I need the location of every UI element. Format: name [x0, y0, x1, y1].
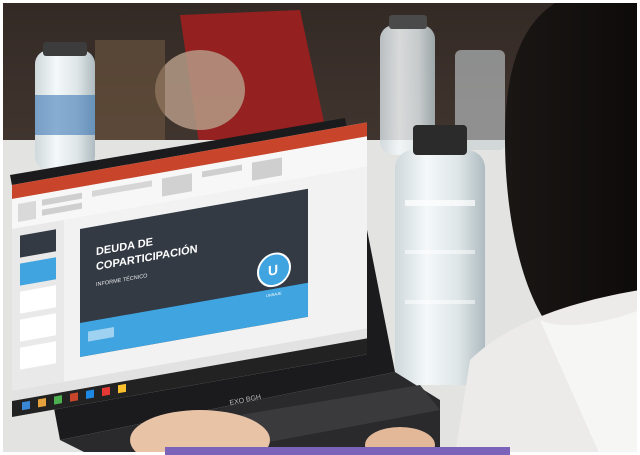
water-bottle-front [395, 125, 485, 385]
photo-scene: EXO BGH DEUDA DE COPARTICIPACIÓN INFORME… [0, 0, 640, 455]
slide-logo-letter: U [268, 261, 278, 279]
caption-bar [165, 447, 510, 455]
water-bottle-left [35, 42, 95, 170]
